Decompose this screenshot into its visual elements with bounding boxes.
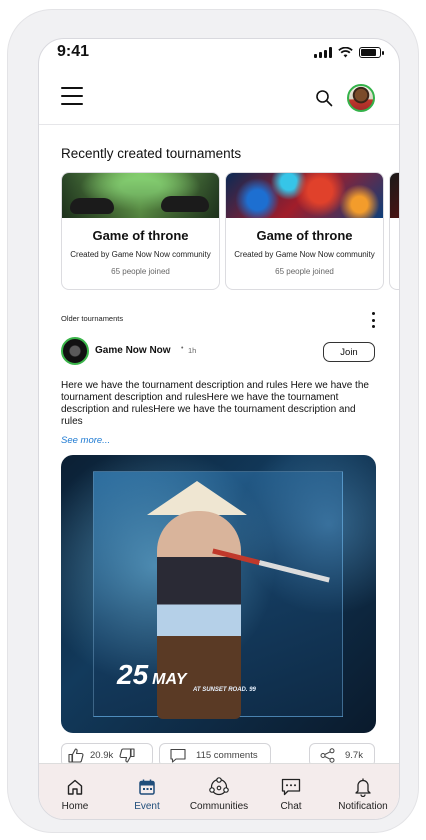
nav-communities[interactable]: Communities	[183, 764, 255, 819]
comments-count: 115 comments	[196, 749, 258, 761]
home-icon	[67, 779, 83, 795]
nav-notification-label: Notification	[338, 801, 388, 812]
share-icon	[320, 747, 335, 763]
post-time: 1h	[188, 346, 197, 355]
status-icons	[314, 47, 384, 58]
comment-icon	[170, 748, 186, 763]
more-options-icon[interactable]	[370, 312, 376, 328]
poster-location: AT SUNSET ROAD. 99	[193, 687, 256, 693]
recent-tournaments-title: Recently created tournaments	[61, 146, 242, 161]
tournament-card-creator: Created by Game Now Now community	[70, 250, 211, 259]
tournament-card-peek[interactable]	[389, 172, 399, 290]
tournament-poster-image[interactable]: 25 MAY AT SUNSET ROAD. 99	[61, 455, 376, 733]
nav-event[interactable]: Event	[111, 764, 183, 819]
poster-date-day: 25	[117, 659, 149, 690]
tournament-card-creator: Created by Game Now Now community	[234, 250, 375, 259]
nav-chat[interactable]: Chat	[255, 764, 327, 819]
tournament-thumbnail	[62, 173, 219, 218]
nav-notification[interactable]: Notification	[327, 764, 399, 819]
tournament-card-joined: 65 people joined	[275, 267, 334, 276]
tournament-card-title: Game of throne	[92, 228, 189, 243]
phone-screen: 9:41 Recently created tournaments Game o…	[38, 38, 400, 820]
communities-icon	[209, 777, 229, 796]
user-avatar[interactable]	[347, 84, 375, 112]
wifi-icon	[338, 47, 353, 58]
calendar-icon	[139, 779, 155, 795]
nav-chat-label: Chat	[280, 801, 302, 812]
bell-icon	[355, 778, 371, 797]
signal-icon	[314, 47, 332, 58]
bottom-navigation: Home Event Communities Chat Notification	[39, 763, 399, 819]
older-tournaments-title: Older tournaments	[61, 314, 124, 323]
poster-date-month: MAY	[152, 671, 187, 688]
tournament-card[interactable]: Game of throne Created by Game Now Now c…	[225, 172, 384, 290]
tournament-card[interactable]: Game of throne Created by Game Now Now c…	[61, 172, 220, 290]
nav-home[interactable]: Home	[39, 764, 111, 819]
nav-communities-label: Communities	[189, 801, 249, 812]
thumbs-down-icon[interactable]	[119, 747, 135, 763]
tournament-card-title: Game of throne	[256, 228, 353, 243]
recent-tournaments-carousel: Game of throne Created by Game Now Now c…	[61, 172, 399, 290]
post-description: Here we have the tournament description …	[61, 380, 369, 427]
status-time: 9:41	[57, 43, 90, 60]
chat-icon	[281, 778, 301, 796]
post-author[interactable]: Game Now Now	[95, 345, 171, 356]
see-more-link[interactable]: See more...	[61, 435, 110, 446]
poster-date: 25 MAY	[117, 659, 187, 691]
separator-dot: •	[181, 345, 184, 352]
shares-count: 9.7k	[345, 749, 363, 761]
tournament-thumbnail	[226, 173, 383, 218]
thumbs-up-icon[interactable]	[68, 747, 84, 763]
poster-vertical-text	[283, 485, 363, 685]
post-header: Game Now Now • 1h Join	[61, 337, 379, 367]
device-frame: 9:41 Recently created tournaments Game o…	[8, 10, 418, 832]
search-icon[interactable]	[315, 89, 333, 107]
likes-count: 20.9k	[90, 749, 114, 761]
battery-icon	[359, 47, 384, 58]
top-app-bar	[39, 69, 399, 125]
join-button[interactable]: Join	[323, 342, 375, 362]
tournament-thumbnail	[390, 173, 399, 218]
community-avatar[interactable]	[61, 337, 89, 365]
tournament-card-joined: 65 people joined	[111, 267, 170, 276]
nav-event-label: Event	[134, 801, 160, 812]
status-bar: 9:41	[39, 39, 399, 69]
hamburger-icon[interactable]	[61, 87, 83, 105]
nav-home-label: Home	[61, 801, 89, 812]
